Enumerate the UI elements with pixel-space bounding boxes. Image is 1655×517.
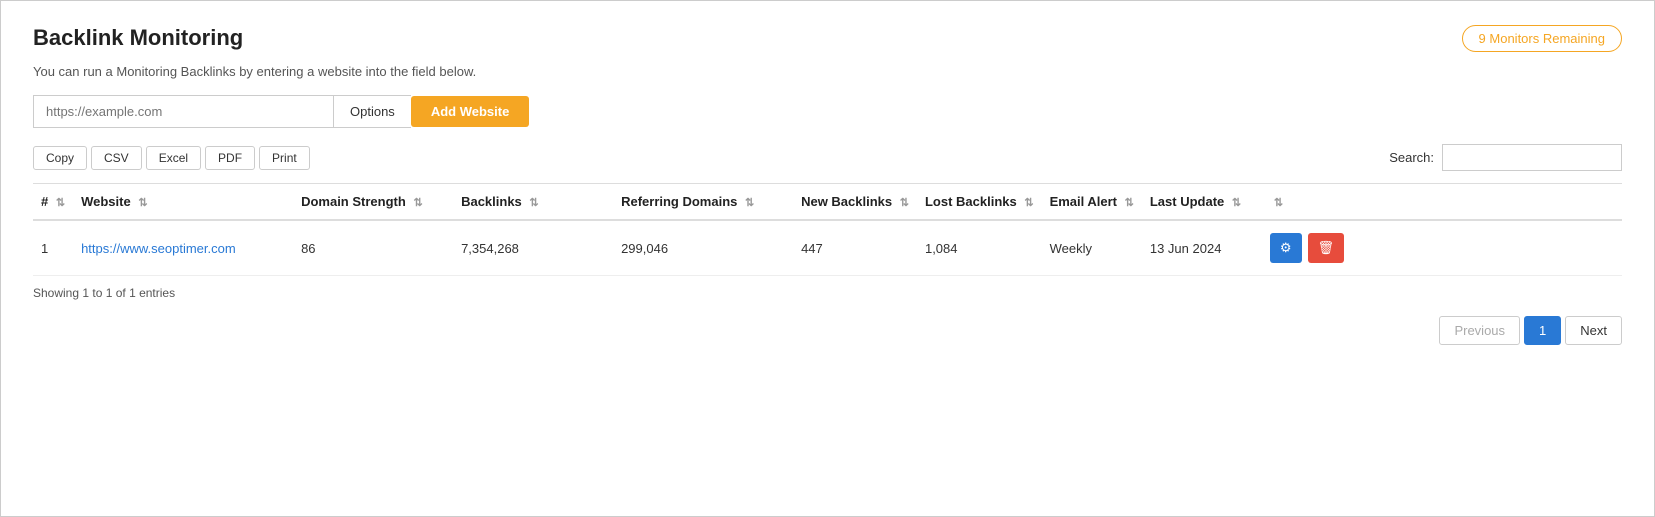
backlink-table: # ⇅ Website ⇅ Domain Strength ⇅ Backlink…: [33, 183, 1622, 276]
cell-lost-backlinks: 1,084: [917, 220, 1042, 276]
cell-referring-domains: 299,046: [613, 220, 793, 276]
col-header-new-backlinks[interactable]: New Backlinks ⇅: [793, 184, 917, 221]
cell-num: 1: [33, 220, 73, 276]
table-row: 1 https://www.seoptimer.com 86 7,354,268…: [33, 220, 1622, 276]
delete-button[interactable]: 🗑: [1308, 233, 1345, 263]
cell-website[interactable]: https://www.seoptimer.com: [73, 220, 293, 276]
cell-backlinks: 7,354,268: [453, 220, 613, 276]
website-link[interactable]: https://www.seoptimer.com: [81, 241, 236, 256]
cell-actions: ⚙ 🗑: [1262, 220, 1622, 276]
sort-icon-lost: ⇅: [1024, 196, 1033, 209]
col-header-num[interactable]: # ⇅: [33, 184, 73, 221]
cell-domain-strength: 86: [293, 220, 453, 276]
monitors-remaining-badge: 9 Monitors Remaining: [1462, 25, 1622, 52]
col-header-website[interactable]: Website ⇅: [73, 184, 293, 221]
sort-icon-referring: ⇅: [745, 196, 754, 209]
page-title: Backlink Monitoring: [33, 25, 243, 51]
showing-entries-text: Showing 1 to 1 of 1 entries: [33, 286, 1622, 300]
page-1-button[interactable]: 1: [1524, 316, 1561, 345]
col-header-domain-strength[interactable]: Domain Strength ⇅: [293, 184, 453, 221]
sort-icon-backlinks: ⇅: [529, 196, 538, 209]
search-label: Search:: [1389, 150, 1434, 165]
add-website-button[interactable]: Add Website: [411, 96, 530, 127]
sort-icon-update: ⇅: [1232, 196, 1241, 209]
settings-button[interactable]: ⚙: [1270, 233, 1302, 263]
cell-last-update: 13 Jun 2024: [1142, 220, 1262, 276]
cell-email-alert: Weekly: [1042, 220, 1142, 276]
cell-new-backlinks: 447: [793, 220, 917, 276]
col-header-email-alert[interactable]: Email Alert ⇅: [1042, 184, 1142, 221]
sort-icon-website: ⇅: [138, 196, 147, 209]
excel-button[interactable]: Excel: [146, 146, 201, 170]
col-header-actions: ⇅: [1262, 184, 1622, 221]
next-button[interactable]: Next: [1565, 316, 1622, 345]
print-button[interactable]: Print: [259, 146, 310, 170]
col-header-backlinks[interactable]: Backlinks ⇅: [453, 184, 613, 221]
previous-button[interactable]: Previous: [1439, 316, 1520, 345]
col-header-last-update[interactable]: Last Update ⇅: [1142, 184, 1262, 221]
search-input[interactable]: [1442, 144, 1622, 171]
sort-icon-domain: ⇅: [413, 196, 422, 209]
col-header-lost-backlinks[interactable]: Lost Backlinks ⇅: [917, 184, 1042, 221]
url-input[interactable]: [33, 95, 333, 128]
sort-icon-num: ⇅: [56, 196, 65, 209]
subtitle-text: You can run a Monitoring Backlinks by en…: [33, 64, 1622, 79]
sort-icon-new: ⇅: [900, 196, 909, 209]
options-button[interactable]: Options: [333, 95, 411, 128]
sort-icon-email: ⇅: [1125, 196, 1134, 209]
col-header-referring-domains[interactable]: Referring Domains ⇅: [613, 184, 793, 221]
csv-button[interactable]: CSV: [91, 146, 142, 170]
copy-button[interactable]: Copy: [33, 146, 87, 170]
sort-icon-actions: ⇅: [1274, 196, 1283, 209]
pdf-button[interactable]: PDF: [205, 146, 255, 170]
